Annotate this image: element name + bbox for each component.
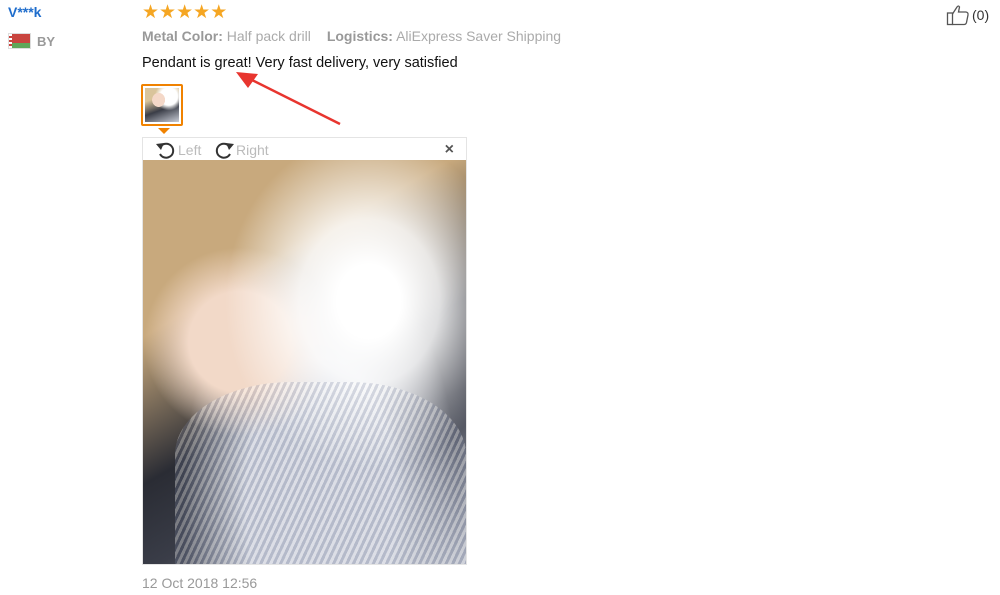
rotate-left-button[interactable]: Left [155, 140, 201, 160]
reviewer-name[interactable]: V***k [8, 4, 41, 20]
rotate-right-icon [215, 142, 234, 159]
star-icon: ★ [193, 2, 211, 23]
belarus-flag-icon [8, 33, 31, 49]
thumbnail-caret-icon [158, 128, 170, 134]
star-icon: ★ [176, 2, 194, 23]
close-viewer-button[interactable]: × [445, 142, 454, 158]
rotate-left-label: Left [178, 142, 202, 158]
rating-stars: ★ ★ ★ ★ ★ [142, 3, 227, 22]
thumbnail-image [145, 88, 179, 122]
reviewer-country: BY [8, 33, 55, 49]
annotation-arrow-icon [236, 72, 341, 126]
photo-shirt-detail [175, 382, 466, 564]
rotate-left-icon [156, 142, 175, 159]
review-timestamp: 12 Oct 2018 12:56 [142, 575, 258, 591]
logistics-label: Logistics: [326, 28, 393, 44]
rotate-right-label: Right [236, 142, 269, 158]
metal-color-label: Metal Color: [142, 28, 223, 44]
logistics-value: AliExpress Saver Shipping [396, 28, 562, 44]
metal-color-value: Half pack drill [226, 28, 311, 44]
helpful-button[interactable]: (0) [946, 4, 989, 26]
metal-color-attr: Metal Color: Half pack drill [142, 28, 311, 44]
logistics-attr: Logistics: AliExpress Saver Shipping [327, 28, 561, 44]
review-photo-thumbnail[interactable] [141, 84, 183, 126]
rotate-right-button[interactable]: Right [213, 140, 269, 160]
country-code: BY [37, 33, 56, 49]
star-icon: ★ [210, 2, 228, 23]
star-icon: ★ [159, 2, 177, 23]
star-icon: ★ [142, 2, 160, 23]
helpful-count: (0) [972, 7, 990, 23]
review-photo [143, 160, 466, 564]
viewer-toolbar: Left Right × [143, 138, 466, 160]
photo-viewer: Left Right × [142, 137, 467, 565]
review-attributes: Metal Color: Half pack drill Logistics: … [142, 28, 561, 44]
thumbs-up-icon [946, 5, 969, 26]
